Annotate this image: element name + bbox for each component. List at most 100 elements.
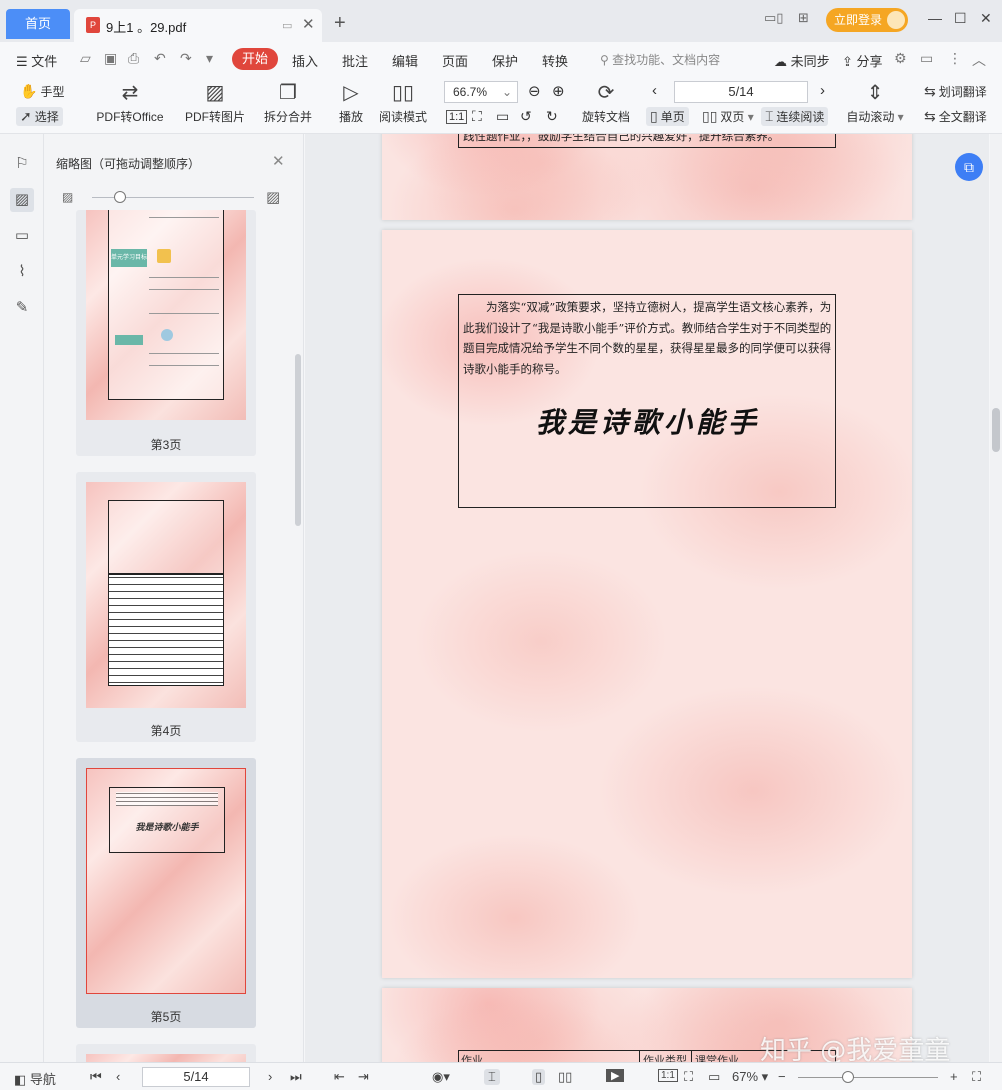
word-translate-button[interactable]: ⇆ 划词翻译 xyxy=(924,83,987,100)
pdf-to-office-button[interactable]: ⇄ PDF转Office xyxy=(92,80,168,125)
fullscreen-icon[interactable]: ⛶ xyxy=(972,1069,981,1085)
message-icon[interactable]: ▭ xyxy=(920,50,933,67)
menu-start[interactable]: 开始 xyxy=(232,48,278,70)
play-icon[interactable]: ▶ xyxy=(606,1069,625,1082)
read-mode-button[interactable]: ▯▯ 阅读模式 xyxy=(376,80,430,125)
feature-search[interactable]: ⚲ 查找功能、文档内容 xyxy=(600,51,720,68)
panel-scrollbar[interactable] xyxy=(295,354,301,526)
monitor-icon[interactable]: ▭ xyxy=(282,19,292,32)
continuous-mode-icon[interactable]: ⌶ xyxy=(484,1069,500,1085)
signature-icon[interactable]: ✎ xyxy=(10,296,34,320)
menu-edit[interactable]: 编辑 xyxy=(392,51,418,70)
redo-icon[interactable]: ↷ xyxy=(180,50,192,67)
rotate-document-button[interactable]: ⟳ 旋转文档 xyxy=(580,80,632,125)
thumbnail-panel-title: 缩略图（可拖动调整顺序） xyxy=(56,157,201,171)
first-page-icon[interactable]: ⏮ xyxy=(90,1069,102,1085)
maximize-icon[interactable]: ☐ xyxy=(954,10,967,27)
back-icon[interactable]: ⇤ xyxy=(334,1069,345,1085)
close-panel-icon[interactable]: ✕ xyxy=(272,152,285,170)
menu-annotate[interactable]: 批注 xyxy=(342,51,368,70)
zoom-in-icon[interactable]: + xyxy=(950,1069,958,1084)
open-folder-icon[interactable]: ▱ xyxy=(80,50,91,67)
double-page-mode-icon[interactable]: ▯▯ xyxy=(558,1069,572,1085)
share-button[interactable]: ⇪ 分享 xyxy=(842,51,883,70)
next-page-icon[interactable]: › xyxy=(820,82,825,99)
pdf-to-image-button[interactable]: ▨ PDF转图片 xyxy=(184,80,246,125)
zoom-in-icon[interactable]: ⊕ xyxy=(552,82,565,100)
auto-scroll-button[interactable]: ⇕ 自动滚动 ▾ xyxy=(846,80,904,125)
prev-page-icon[interactable]: ‹ xyxy=(652,82,657,99)
scrollbar-knob[interactable] xyxy=(992,408,1000,452)
full-translate-button[interactable]: ⇆ 全文翻译 xyxy=(924,108,987,125)
forward-icon[interactable]: ⇥ xyxy=(358,1069,369,1085)
dropdown-icon[interactable]: ▾ xyxy=(206,50,213,67)
thumbnail-page-4[interactable]: 第4页 xyxy=(76,472,256,742)
login-button[interactable]: 立即登录 xyxy=(826,8,908,32)
actual-size-icon[interactable]: 1:1 xyxy=(446,110,468,124)
select-tool[interactable]: ➚ 选择 xyxy=(16,107,63,126)
floating-tool-button[interactable]: ⧉ xyxy=(955,153,983,181)
tab-home[interactable]: 首页 xyxy=(6,9,70,39)
split-merge-button[interactable]: ❐ 拆分合并 xyxy=(258,80,318,125)
tab-document[interactable]: P 9上1 。29.pdf ▭ ✕ xyxy=(74,9,322,42)
window-layout-icon[interactable]: ▭▯ xyxy=(764,10,783,26)
collapse-ribbon-icon[interactable]: ︿ xyxy=(972,50,986,70)
rotate-right-icon[interactable]: ↻ xyxy=(546,108,558,125)
thumbnail-icon[interactable]: ▨ xyxy=(10,188,34,212)
file-menu[interactable]: ☰ 文件 xyxy=(16,51,57,70)
undo-icon[interactable]: ↶ xyxy=(154,50,166,67)
settings-icon[interactable]: ⚙ xyxy=(894,50,907,67)
prev-page-icon[interactable]: ‹ xyxy=(116,1069,120,1084)
fit-page-icon[interactable]: ⛶ xyxy=(684,1069,693,1085)
continuous-read-button[interactable]: ⌶ 连续阅读 xyxy=(761,107,829,126)
apps-grid-icon[interactable]: ⊞ xyxy=(798,10,809,26)
status-page-input[interactable]: 5/14 xyxy=(142,1067,250,1087)
rotate-left-icon[interactable]: ↺ xyxy=(520,108,532,125)
share-icon: ⇪ xyxy=(842,54,857,69)
attachment-icon[interactable]: ⌇ xyxy=(10,260,34,284)
notepad-icon xyxy=(157,249,171,263)
actual-size-icon[interactable]: 1:1 xyxy=(658,1069,678,1082)
menu-protect[interactable]: 保护 xyxy=(492,51,518,70)
print-icon[interactable]: ⎙ xyxy=(128,50,139,67)
navigation-toggle[interactable]: ◧ 导航 xyxy=(14,1069,56,1088)
next-page-icon[interactable]: › xyxy=(268,1069,272,1084)
more-icon[interactable]: ⋮ xyxy=(948,50,962,67)
eye-protect-icon[interactable]: ◉▾ xyxy=(432,1069,450,1085)
close-tab-icon[interactable]: ✕ xyxy=(302,15,315,33)
last-page-icon[interactable]: ⏭ xyxy=(290,1069,302,1085)
zoom-out-icon[interactable]: − xyxy=(778,1069,786,1084)
comment-icon[interactable]: ▭ xyxy=(10,224,34,248)
fit-page-icon[interactable]: ⛶ xyxy=(472,108,482,125)
zoom-out-icon[interactable]: ⊖ xyxy=(528,82,541,100)
page-number-input[interactable]: 5/14 xyxy=(674,81,808,103)
save-icon[interactable]: ▣ xyxy=(104,50,117,67)
zoom-select[interactable]: 66.7% ⌄ xyxy=(444,81,518,103)
thumbnail-page-3[interactable]: 单元学习目标 第3页 xyxy=(76,210,256,456)
menu-insert[interactable]: 插入 xyxy=(292,51,318,70)
large-image-icon: ▨ xyxy=(266,189,281,206)
sync-status[interactable]: ☁ 未同步 xyxy=(774,51,830,70)
fit-width-icon[interactable]: ▭ xyxy=(496,108,509,125)
split-merge-icon: ❐ xyxy=(279,82,297,104)
double-page-button[interactable]: ▯▯ 双页 ▾ xyxy=(702,108,754,125)
thumbnail-page-5[interactable]: 我是诗歌小能手 第5页 xyxy=(76,758,256,1028)
minimize-icon[interactable]: — xyxy=(928,10,942,26)
zoom-slider-knob[interactable] xyxy=(842,1071,854,1083)
hand-tool[interactable]: ✋ 手型 xyxy=(20,83,64,100)
slider-knob[interactable] xyxy=(114,191,126,203)
bookmark-icon[interactable]: ⚐ xyxy=(10,152,34,176)
new-tab-icon[interactable]: + xyxy=(334,12,346,35)
zoom-slider[interactable] xyxy=(798,1077,938,1078)
single-page-mode-icon[interactable]: ▯ xyxy=(532,1069,546,1085)
document-viewport[interactable]: 践性题作业，，鼓励学生结合自己的兴趣爱好，提升综合素养。 为落实“双减”政策要求… xyxy=(305,134,989,1062)
menu-convert[interactable]: 转换 xyxy=(542,51,568,70)
single-page-button[interactable]: ▯ 单页 xyxy=(646,107,689,126)
play-button[interactable]: ▷ 播放 xyxy=(336,80,366,125)
fit-width-icon[interactable]: ▭ xyxy=(708,1069,720,1085)
status-zoom[interactable]: 67% ▾ xyxy=(732,1069,768,1085)
close-window-icon[interactable]: ✕ xyxy=(980,10,992,27)
document-scrollbar[interactable] xyxy=(990,134,1002,1062)
menu-page[interactable]: 页面 xyxy=(442,51,468,70)
thumbnail-page-6[interactable] xyxy=(76,1044,256,1062)
